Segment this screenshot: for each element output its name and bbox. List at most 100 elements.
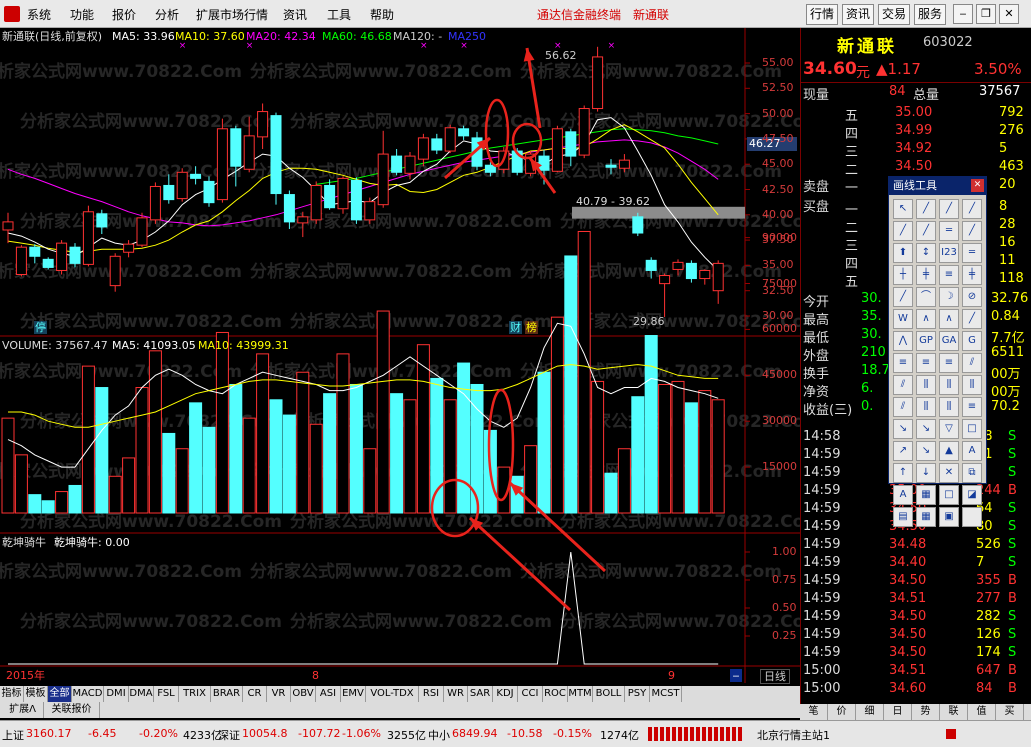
quote-tab-7[interactable]: 买 bbox=[996, 704, 1024, 720]
draw-tool-button[interactable]: ▽ bbox=[939, 419, 959, 439]
draw-tool-button[interactable]: ≡ bbox=[939, 265, 959, 285]
trade-button[interactable]: 交易 bbox=[878, 4, 910, 25]
draw-tool-button[interactable]: ▦ bbox=[916, 507, 936, 527]
draw-tool-button[interactable]: ▤ bbox=[893, 507, 913, 527]
ranking-tag[interactable]: 榜 bbox=[525, 321, 538, 334]
restore-icon[interactable]: ❐ bbox=[976, 4, 996, 24]
draw-tool-button[interactable]: ⫼ bbox=[939, 397, 959, 417]
draw-tool-button[interactable]: ⫼ bbox=[939, 375, 959, 395]
menu-news[interactable]: 资讯 bbox=[283, 6, 307, 23]
draw-tool-button[interactable]: ▦ bbox=[916, 485, 936, 505]
indicator-tab-vol-tdx[interactable]: VOL-TDX bbox=[366, 686, 419, 702]
draw-tool-button[interactable]: ✕ bbox=[939, 463, 959, 483]
draw-tool-button[interactable]: ↘ bbox=[893, 419, 913, 439]
server-name[interactable]: 北京行情主站1 bbox=[757, 727, 830, 743]
chart-canvas[interactable]: × × × × × × bbox=[0, 28, 800, 686]
indicator-tab-cci[interactable]: CCI bbox=[518, 686, 543, 702]
draw-tool-button[interactable]: ⌒ bbox=[916, 287, 936, 307]
draw-tool-button[interactable]: ⋀ bbox=[893, 331, 913, 351]
draw-tool-button[interactable]: ╱ bbox=[962, 221, 982, 241]
indicator-tab-boll[interactable]: BOLL bbox=[593, 686, 625, 702]
draw-tool-button[interactable]: □ bbox=[939, 485, 959, 505]
close-icon[interactable]: ✕ bbox=[999, 4, 1019, 24]
draw-tool-button[interactable]: ▣ bbox=[939, 507, 959, 527]
market-button[interactable]: 行情 bbox=[806, 4, 838, 25]
draw-tool-button[interactable]: ╱ bbox=[893, 221, 913, 241]
tab-extension[interactable]: 扩展Λ bbox=[2, 702, 44, 718]
draw-tool-button[interactable]: A bbox=[962, 441, 982, 461]
quote-tab-3[interactable]: 日 bbox=[884, 704, 912, 720]
news-button[interactable]: 资讯 bbox=[842, 4, 874, 25]
draw-tool-button[interactable]: ↑ bbox=[893, 463, 913, 483]
service-button[interactable]: 服务 bbox=[914, 4, 946, 25]
indicator-tab-vr[interactable]: VR bbox=[267, 686, 291, 702]
draw-tool-button[interactable]: □ bbox=[962, 419, 982, 439]
indicator-tab-rsi[interactable]: RSI bbox=[419, 686, 444, 702]
draw-tool-button[interactable]: ⫼ bbox=[916, 375, 936, 395]
quote-tab-4[interactable]: 势 bbox=[912, 704, 940, 720]
draw-tool-button[interactable]: ↗ bbox=[893, 441, 913, 461]
finance-tag[interactable]: 财 bbox=[509, 321, 522, 334]
draw-tool-button[interactable]: ⫽ bbox=[893, 375, 913, 395]
indicator-tab-mcst[interactable]: MCST bbox=[650, 686, 682, 702]
draw-tool-titlebar[interactable]: 画线工具 ✕ bbox=[889, 177, 986, 195]
menu-analysis[interactable]: 分析 bbox=[155, 6, 179, 23]
draw-tool-palette[interactable]: 画线工具 ✕ ↖ ╱ ╱ ╱ ╱ ╱ ═ ╱ ⬆ ↕ I23 ═ ┼ ╪ ≡ ╪ ╱ ⌒ ☽ ⊘ W ∧ ∧ ╱ ⋀ GP GA G ≡ ≡… bbox=[888, 176, 987, 527]
draw-tool-button[interactable]: ╱ bbox=[916, 199, 936, 219]
draw-tool-button[interactable]: ∧ bbox=[939, 309, 959, 329]
indicator-tab-sar[interactable]: SAR bbox=[468, 686, 493, 702]
zoom-out-button[interactable]: ‒ bbox=[730, 669, 742, 682]
minimize-icon[interactable]: ‒ bbox=[953, 4, 973, 24]
draw-tool-button[interactable]: ╱ bbox=[916, 221, 936, 241]
draw-tool-button[interactable]: A bbox=[893, 485, 913, 505]
draw-tool-button[interactable]: ◪ bbox=[962, 485, 982, 505]
indicator-tab-obv[interactable]: OBV bbox=[291, 686, 316, 702]
indicator-tab-asi[interactable]: ASI bbox=[316, 686, 341, 702]
draw-tool-button[interactable]: I23 bbox=[939, 243, 959, 263]
tab-related-quote[interactable]: 关联报价 bbox=[44, 702, 100, 718]
menu-quote[interactable]: 报价 bbox=[112, 6, 136, 23]
draw-tool-button[interactable]: ⬆ bbox=[893, 243, 913, 263]
draw-tool-button[interactable]: ≡ bbox=[916, 353, 936, 373]
indicator-tab-kdj[interactable]: KDJ bbox=[493, 686, 518, 702]
sh-index-label[interactable]: 上证 bbox=[2, 727, 24, 743]
draw-tool-button[interactable]: ⧉ bbox=[962, 463, 982, 483]
draw-tool-close-icon[interactable]: ✕ bbox=[971, 179, 984, 192]
draw-tool-button[interactable]: ⫼ bbox=[962, 375, 982, 395]
draw-tool-button[interactable]: ≡ bbox=[962, 397, 982, 417]
indicator-tab-模板[interactable]: 模板 bbox=[24, 686, 48, 702]
menu-tools[interactable]: 工具 bbox=[327, 6, 351, 23]
indicator-tab-全部[interactable]: 全部 bbox=[48, 686, 72, 702]
draw-tool-button[interactable]: ╱ bbox=[962, 199, 982, 219]
menu-function[interactable]: 功能 bbox=[70, 6, 94, 23]
indicator-tab-fsl[interactable]: FSL bbox=[154, 686, 179, 702]
draw-tool-button[interactable]: GA bbox=[939, 331, 959, 351]
draw-tool-button[interactable]: ╪ bbox=[916, 265, 936, 285]
indicator-tab-brar[interactable]: BRAR bbox=[211, 686, 243, 702]
indicator-tab-psy[interactable]: PSY bbox=[625, 686, 650, 702]
draw-tool-button[interactable]: ╱ bbox=[939, 199, 959, 219]
indicator-tab-trix[interactable]: TRIX bbox=[179, 686, 211, 702]
indicator-tab-cr[interactable]: CR bbox=[243, 686, 267, 702]
draw-tool-button[interactable]: ↘ bbox=[916, 441, 936, 461]
draw-tool-button[interactable]: W bbox=[893, 309, 913, 329]
indicator-tab-wr[interactable]: WR bbox=[444, 686, 468, 702]
quote-tab-5[interactable]: 联 bbox=[940, 704, 968, 720]
quote-tab-0[interactable]: 笔 bbox=[800, 704, 828, 720]
menu-system[interactable]: 系统 bbox=[27, 6, 51, 23]
draw-tool-button[interactable]: ╱ bbox=[893, 287, 913, 307]
draw-tool-button[interactable]: ↕ bbox=[916, 243, 936, 263]
menu-help[interactable]: 帮助 bbox=[370, 6, 394, 23]
draw-tool-button[interactable]: ╱ bbox=[962, 309, 982, 329]
draw-tool-button[interactable]: G bbox=[962, 331, 982, 351]
indicator-tab-emv[interactable]: EMV bbox=[341, 686, 366, 702]
draw-tool-button[interactable]: ≡ bbox=[893, 353, 913, 373]
draw-tool-button[interactable]: ⫼ bbox=[916, 397, 936, 417]
draw-tool-button[interactable]: GP bbox=[916, 331, 936, 351]
draw-tool-button[interactable]: ☽ bbox=[939, 287, 959, 307]
draw-tool-button[interactable]: ↓ bbox=[916, 463, 936, 483]
indicator-tab-mtm[interactable]: MTM bbox=[568, 686, 593, 702]
indicator-tab-macd[interactable]: MACD bbox=[72, 686, 104, 702]
indicator-tab-指标[interactable]: 指标 bbox=[0, 686, 24, 702]
sz-index-label[interactable]: 深证 bbox=[218, 727, 240, 743]
